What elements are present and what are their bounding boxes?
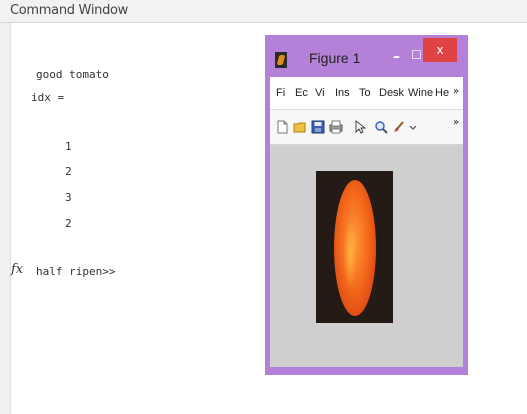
matlab-figure-icon	[275, 52, 287, 68]
print-icon[interactable]	[329, 120, 343, 134]
output-value: 2	[65, 217, 72, 230]
pointer-icon[interactable]	[353, 120, 367, 134]
output-value: 2	[65, 165, 72, 178]
figure-window[interactable]: Figure 1 – ☐ x Fi Ec Vi Ins To Desk Wine…	[265, 35, 468, 375]
menu-edit[interactable]: Ec	[295, 87, 308, 99]
papaya-fruit	[334, 180, 376, 316]
command-prompt-line[interactable]: half ripen>>	[36, 265, 115, 278]
menu-overflow-icon[interactable]: »	[453, 86, 459, 97]
menu-help[interactable]: He	[435, 87, 449, 99]
zoom-icon[interactable]	[374, 120, 388, 134]
figure-canvas[interactable]	[270, 145, 463, 367]
new-file-icon[interactable]	[275, 120, 289, 134]
output-line: idx =	[31, 91, 65, 104]
output-line: good tomato	[36, 68, 109, 81]
figure-titlebar[interactable]: Figure 1 – ☐ x	[265, 35, 468, 77]
menu-insert[interactable]: Ins	[335, 87, 350, 99]
figure-toolbar: »	[270, 110, 463, 145]
output-value: 1	[65, 140, 72, 153]
open-folder-icon[interactable]	[293, 120, 307, 134]
fx-icon[interactable]: fx	[11, 262, 23, 277]
output-value: 3	[65, 191, 72, 204]
minimize-button[interactable]: –	[393, 49, 400, 65]
command-window-gutter	[0, 23, 11, 414]
figure-menubar: Fi Ec Vi Ins To Desk Wine He »	[270, 77, 463, 110]
save-icon[interactable]	[311, 120, 325, 134]
menu-file[interactable]: Fi	[276, 87, 285, 99]
menu-tools[interactable]: To	[359, 87, 371, 99]
figure-title: Figure 1	[309, 50, 361, 66]
menu-desktop[interactable]: Desk	[379, 87, 404, 99]
close-button[interactable]: x	[423, 38, 457, 62]
menu-window[interactable]: Wine	[408, 87, 433, 99]
menu-view[interactable]: Vi	[315, 87, 325, 99]
chevron-down-icon[interactable]	[409, 120, 417, 134]
command-window-header: Command Window	[0, 0, 527, 23]
papaya-photo	[316, 171, 393, 323]
maximize-button[interactable]: ☐	[411, 48, 422, 62]
toolbar-overflow-icon[interactable]: »	[453, 117, 459, 128]
command-window-title: Command Window	[10, 3, 129, 18]
brush-icon[interactable]	[392, 120, 406, 134]
